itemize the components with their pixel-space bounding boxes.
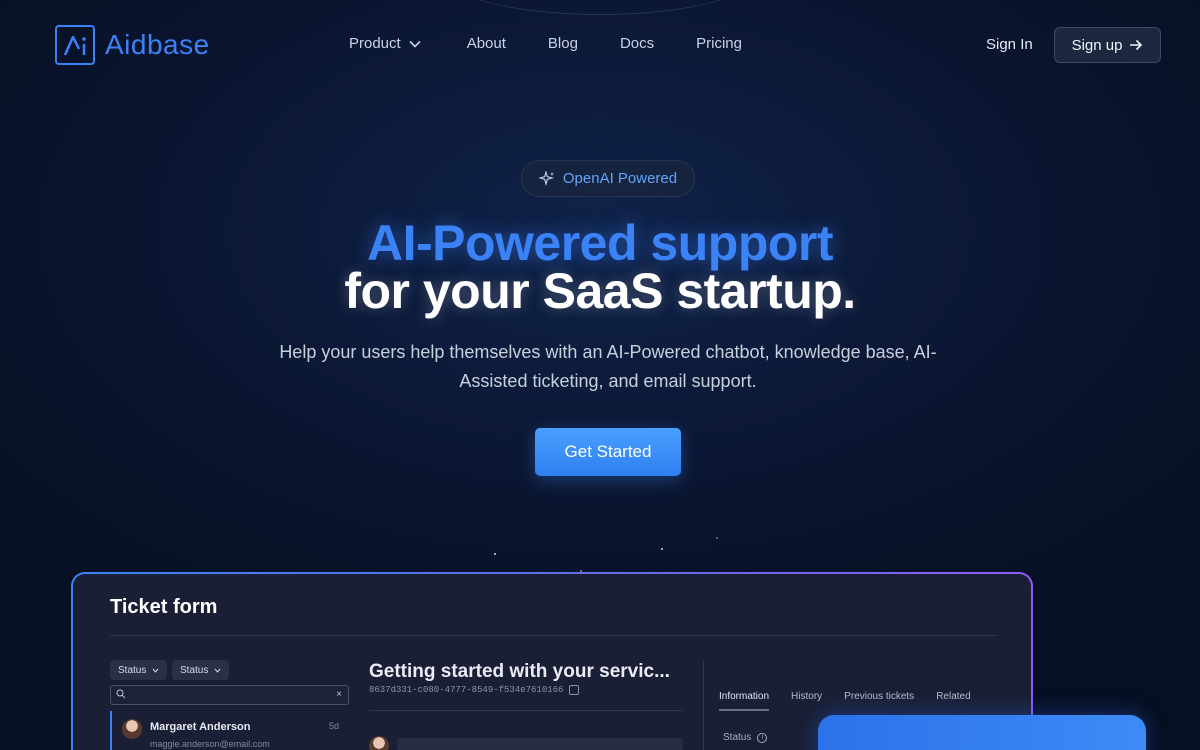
sign-in-link[interactable]: Sign In	[986, 36, 1033, 53]
status-filter-label: Status	[180, 664, 209, 676]
chevron-down-icon	[152, 668, 159, 673]
tab-previous-tickets[interactable]: Previous tickets	[844, 691, 914, 711]
divider	[703, 660, 704, 750]
nav-product[interactable]: Product	[349, 35, 421, 52]
chat-widget-panel[interactable]	[818, 715, 1146, 750]
nav-links: Product About Blog Docs Pricing	[349, 35, 784, 52]
sign-up-label: Sign up	[1071, 36, 1123, 54]
nav-docs[interactable]: Docs	[620, 35, 654, 52]
ticket-search-input[interactable]: ×	[110, 685, 349, 705]
nav-pricing[interactable]: Pricing	[696, 35, 742, 52]
status-filter-label: Status	[118, 664, 147, 676]
avatar	[122, 719, 142, 739]
ticket-id: 8637d331-c080-4777-8549-f534e7610166	[369, 685, 580, 695]
ticket-list-item[interactable]: Margaret Anderson maggie.anderson@email.…	[110, 711, 349, 750]
chevron-down-icon	[409, 40, 421, 48]
message-preview	[397, 738, 683, 750]
divider	[369, 710, 683, 711]
logo-text: Aidbase	[105, 29, 210, 60]
logo-icon	[55, 25, 95, 65]
info-icon: i	[757, 732, 768, 743]
hero-subtitle: Help your users help themselves with an …	[279, 342, 937, 391]
sparkle-icon	[538, 170, 554, 186]
star	[494, 553, 496, 555]
get-started-button[interactable]: Get Started	[535, 428, 681, 476]
star	[716, 537, 718, 539]
openai-badge: OpenAI Powered	[521, 160, 695, 197]
ticket-id-text: 8637d331-c080-4777-8549-f534e7610166	[369, 685, 564, 695]
nav-product-label: Product	[349, 35, 401, 52]
nav-about[interactable]: About	[467, 35, 506, 52]
chevron-down-icon	[214, 668, 221, 673]
sign-up-button[interactable]: Sign up	[1054, 27, 1161, 63]
ticket-title: Getting started with your servic...	[369, 661, 670, 682]
tab-related[interactable]: Related	[936, 691, 970, 711]
search-icon	[116, 689, 126, 699]
status-label: Status	[723, 732, 752, 743]
top-navigation: Aidbase Product About Blog Docs Pricing …	[0, 0, 1200, 92]
ticket-age: 5d	[328, 721, 339, 731]
nav-blog[interactable]: Blog	[548, 35, 578, 52]
star	[661, 548, 663, 550]
status-field: Status i	[723, 732, 768, 743]
tab-information[interactable]: Information	[719, 691, 770, 711]
status-filter-1[interactable]: Status	[110, 660, 168, 680]
divider	[110, 635, 996, 636]
ticket-tabs: Information History Previous tickets Rel…	[719, 691, 971, 711]
preview-title: Ticket form	[110, 596, 218, 618]
status-filter-2[interactable]: Status	[172, 660, 230, 680]
copy-icon[interactable]	[569, 685, 580, 695]
customer-email: maggie.anderson@email.com	[150, 739, 270, 749]
headline-line-2: for your SaaS startup.	[344, 263, 856, 319]
arrow-right-icon	[1130, 39, 1143, 51]
avatar	[369, 736, 389, 750]
logo[interactable]: Aidbase	[55, 25, 210, 65]
tab-history[interactable]: History	[791, 691, 822, 711]
badge-label: OpenAI Powered	[562, 170, 678, 187]
customer-name: Margaret Anderson	[150, 721, 251, 733]
clear-icon[interactable]: ×	[336, 689, 342, 700]
